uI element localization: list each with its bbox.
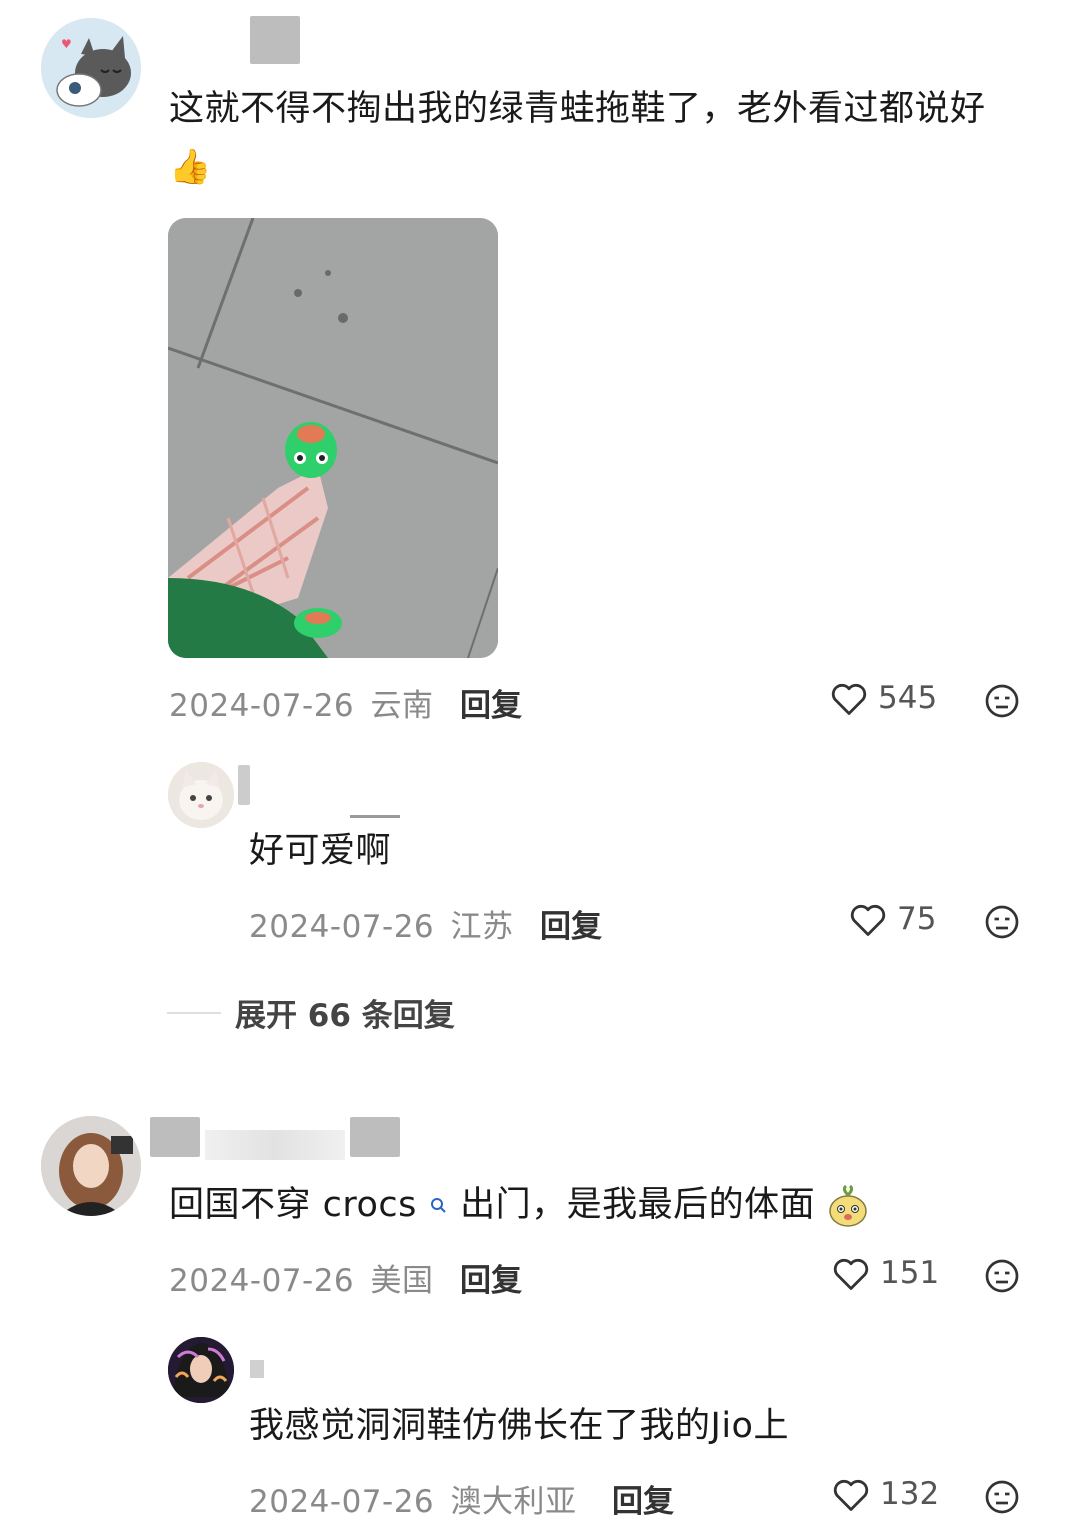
comment-body-suffix: 出门，是我最后的体面 <box>460 1185 816 1225</box>
like-button[interactable]: 132 <box>832 1476 939 1512</box>
like-button[interactable]: 75 <box>849 901 936 937</box>
comment-date: 2024-07-26 云南 <box>169 680 434 725</box>
divider-line <box>167 1011 221 1014</box>
cat-avatar-icon: ♥ <box>41 18 141 118</box>
like-button[interactable]: 545 <box>830 680 937 716</box>
heart-outline-icon <box>833 1480 869 1511</box>
avatar[interactable]: ♥ <box>41 18 141 118</box>
comment-date: 2024-07-26 江苏 <box>249 901 514 946</box>
neutral-face-icon <box>985 1259 1019 1293</box>
kitten-avatar-icon <box>168 762 234 828</box>
neutral-face-icon <box>985 684 1019 718</box>
artwork-avatar-icon <box>168 1337 234 1403</box>
expand-replies-label: 展开 66 条回复 <box>235 998 455 1034</box>
reply-button[interactable]: 回复 <box>612 1476 674 1521</box>
username-redacted-line <box>350 815 400 818</box>
comment-date: 2024-07-26 美国 <box>169 1255 434 1300</box>
like-button[interactable]: 151 <box>832 1255 939 1291</box>
avatar[interactable] <box>168 762 234 828</box>
like-count: 151 <box>880 1255 940 1291</box>
location-text: 美国 <box>370 1263 434 1299</box>
expand-replies-button[interactable]: 展开 66 条回复 <box>167 990 455 1035</box>
comment-text: 我感觉洞洞鞋仿佛长在了我的Jio上 <box>249 1406 789 1446</box>
avatar[interactable] <box>41 1116 141 1216</box>
date-text: 2024-07-26 <box>169 1263 355 1299</box>
dislike-button[interactable] <box>984 1258 1020 1298</box>
comment-body-prefix: 回国不穿 crocs <box>169 1185 417 1225</box>
username-redacted[interactable] <box>150 1117 200 1157</box>
date-text: 2024-07-26 <box>169 688 355 724</box>
portrait-avatar-icon <box>41 1116 141 1216</box>
comment-text: 这就不得不掏出我的绿青蛙拖鞋了，老外看过都说好 👍 <box>169 80 1029 196</box>
date-text: 2024-07-26 <box>249 909 435 945</box>
avatar[interactable] <box>168 1337 234 1403</box>
neutral-face-icon <box>985 905 1019 939</box>
dislike-button[interactable] <box>984 1479 1020 1519</box>
username-redacted-text <box>205 1130 345 1160</box>
dislike-button[interactable] <box>984 904 1020 944</box>
frog-slipper-photo <box>168 218 498 658</box>
location-text: 澳大利亚 <box>450 1484 577 1520</box>
search-icon[interactable] <box>429 1196 449 1216</box>
svg-text:♥: ♥ <box>61 37 72 51</box>
heart-outline-icon <box>833 1259 869 1290</box>
comment-text: 好可爱啊 <box>249 831 392 871</box>
heart-outline-icon <box>831 684 867 715</box>
thumbs-up-emoji: 👍 <box>169 147 212 187</box>
comment-date: 2024-07-26 澳大利亚 <box>249 1476 577 1521</box>
like-count: 545 <box>878 680 938 716</box>
like-count: 75 <box>897 901 937 937</box>
comment-body: 这就不得不掏出我的绿青蛙拖鞋了，老外看过都说好 <box>169 89 986 129</box>
neutral-face-icon <box>985 1480 1019 1514</box>
dislike-button[interactable] <box>984 683 1020 723</box>
username-redacted[interactable] <box>350 1117 400 1157</box>
reply-button[interactable]: 回复 <box>460 1255 522 1300</box>
reply-button[interactable]: 回复 <box>460 680 522 725</box>
like-count: 132 <box>880 1476 940 1512</box>
reply-button[interactable]: 回复 <box>540 901 602 946</box>
heart-outline-icon <box>850 905 886 936</box>
username-redacted[interactable] <box>238 765 250 805</box>
location-text: 江苏 <box>450 909 514 945</box>
username-redacted[interactable] <box>250 1360 264 1378</box>
comment-text: 回国不穿 crocs 出门，是我最后的体面 <box>169 1176 1029 1234</box>
pear-face-emoji <box>829 1184 867 1227</box>
username-redacted[interactable] <box>250 16 300 64</box>
location-text: 云南 <box>370 688 434 724</box>
comment-image[interactable] <box>168 218 498 658</box>
date-text: 2024-07-26 <box>249 1484 435 1520</box>
